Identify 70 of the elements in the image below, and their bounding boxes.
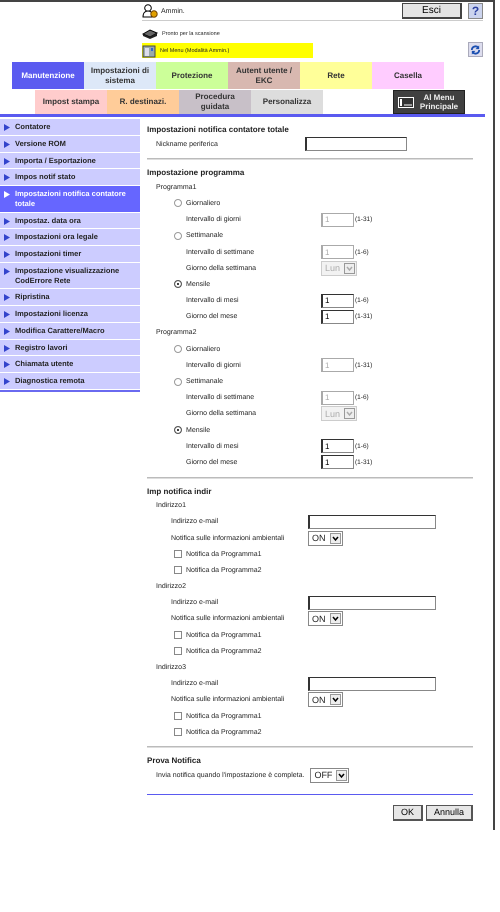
help-button[interactable]: ? xyxy=(468,3,483,19)
arrow-icon xyxy=(4,328,10,335)
menu-icon xyxy=(398,96,414,108)
arrow-icon xyxy=(4,140,10,148)
arrow-icon xyxy=(4,268,10,275)
checkbox[interactable] xyxy=(174,550,182,558)
refresh-icon xyxy=(470,44,481,56)
section-heading: Prova Notifica xyxy=(147,755,202,768)
arrow-icon xyxy=(4,378,10,385)
user-icon xyxy=(142,4,158,18)
checkbox[interactable] xyxy=(174,728,182,736)
radio-button[interactable] xyxy=(174,280,182,288)
action-button[interactable]: Annulla xyxy=(426,804,473,821)
caret-icon xyxy=(330,613,340,624)
dropdown[interactable]: OFF xyxy=(310,768,350,783)
caret-icon xyxy=(330,694,340,706)
logout-button[interactable]: Esci xyxy=(402,3,462,19)
tab[interactable]: Manutenzione xyxy=(12,62,84,89)
checkbox[interactable] xyxy=(174,566,182,574)
arrow-icon xyxy=(4,191,10,198)
arrow-icon xyxy=(4,158,10,164)
dropdown[interactable]: ON xyxy=(308,530,342,546)
arrow-icon xyxy=(4,311,10,318)
tab[interactable]: Procedura guidata xyxy=(179,90,251,114)
action-button[interactable]: OK xyxy=(392,804,423,821)
caret-icon xyxy=(330,532,340,544)
scanner-icon xyxy=(142,28,158,38)
tab[interactable]: Personalizza xyxy=(251,90,323,114)
arrow-icon xyxy=(4,251,10,258)
email-field[interactable] xyxy=(308,676,436,691)
tab[interactable]: Protezione xyxy=(156,62,228,89)
dropdown[interactable]: ON xyxy=(308,692,342,708)
caret-icon xyxy=(336,770,348,781)
dropdown[interactable]: ON xyxy=(308,611,342,626)
main-menu-button[interactable]: Al Menu Principale xyxy=(393,90,465,114)
checkbox[interactable] xyxy=(174,631,182,640)
text-field[interactable] xyxy=(305,137,407,152)
number-field[interactable]: 1 xyxy=(321,439,354,454)
tab[interactable]: R. destinazi. xyxy=(107,90,179,114)
caret-icon xyxy=(344,408,356,420)
section-heading: Impostazione programma xyxy=(147,167,246,180)
section-heading: Impostazioni notifica contatore totale xyxy=(147,124,290,136)
caret-icon xyxy=(344,262,356,274)
number-field[interactable]: 1 xyxy=(321,455,354,470)
arrow-icon xyxy=(4,344,10,352)
tab[interactable]: Casella xyxy=(372,62,444,89)
radio-button[interactable] xyxy=(174,232,182,240)
checkbox[interactable] xyxy=(174,647,182,656)
tab[interactable]: Impost stampa xyxy=(35,90,107,114)
email-field[interactable] xyxy=(308,596,436,610)
number-field[interactable]: 1 xyxy=(321,310,354,324)
arrow-icon xyxy=(4,218,10,224)
section-heading: Imp notifica indir xyxy=(147,486,212,498)
tab[interactable]: Rete xyxy=(300,62,372,89)
arrow-icon xyxy=(4,124,10,131)
tab[interactable]: Impostazioni di sistema xyxy=(84,62,156,89)
printer-icon xyxy=(142,44,156,58)
checkbox[interactable] xyxy=(174,712,182,720)
radio-button[interactable] xyxy=(174,378,182,386)
radio-button[interactable] xyxy=(174,426,182,434)
number-field[interactable]: 1 xyxy=(321,294,354,308)
arrow-icon xyxy=(4,234,10,242)
radio-button[interactable] xyxy=(174,199,182,208)
arrow-icon xyxy=(4,174,10,182)
tab[interactable]: Autent utente / EKC xyxy=(228,62,300,89)
email-field[interactable] xyxy=(308,514,436,529)
refresh-button[interactable] xyxy=(468,42,483,57)
radio-button[interactable] xyxy=(174,345,182,354)
arrow-icon xyxy=(4,361,10,368)
arrow-icon xyxy=(4,294,10,302)
